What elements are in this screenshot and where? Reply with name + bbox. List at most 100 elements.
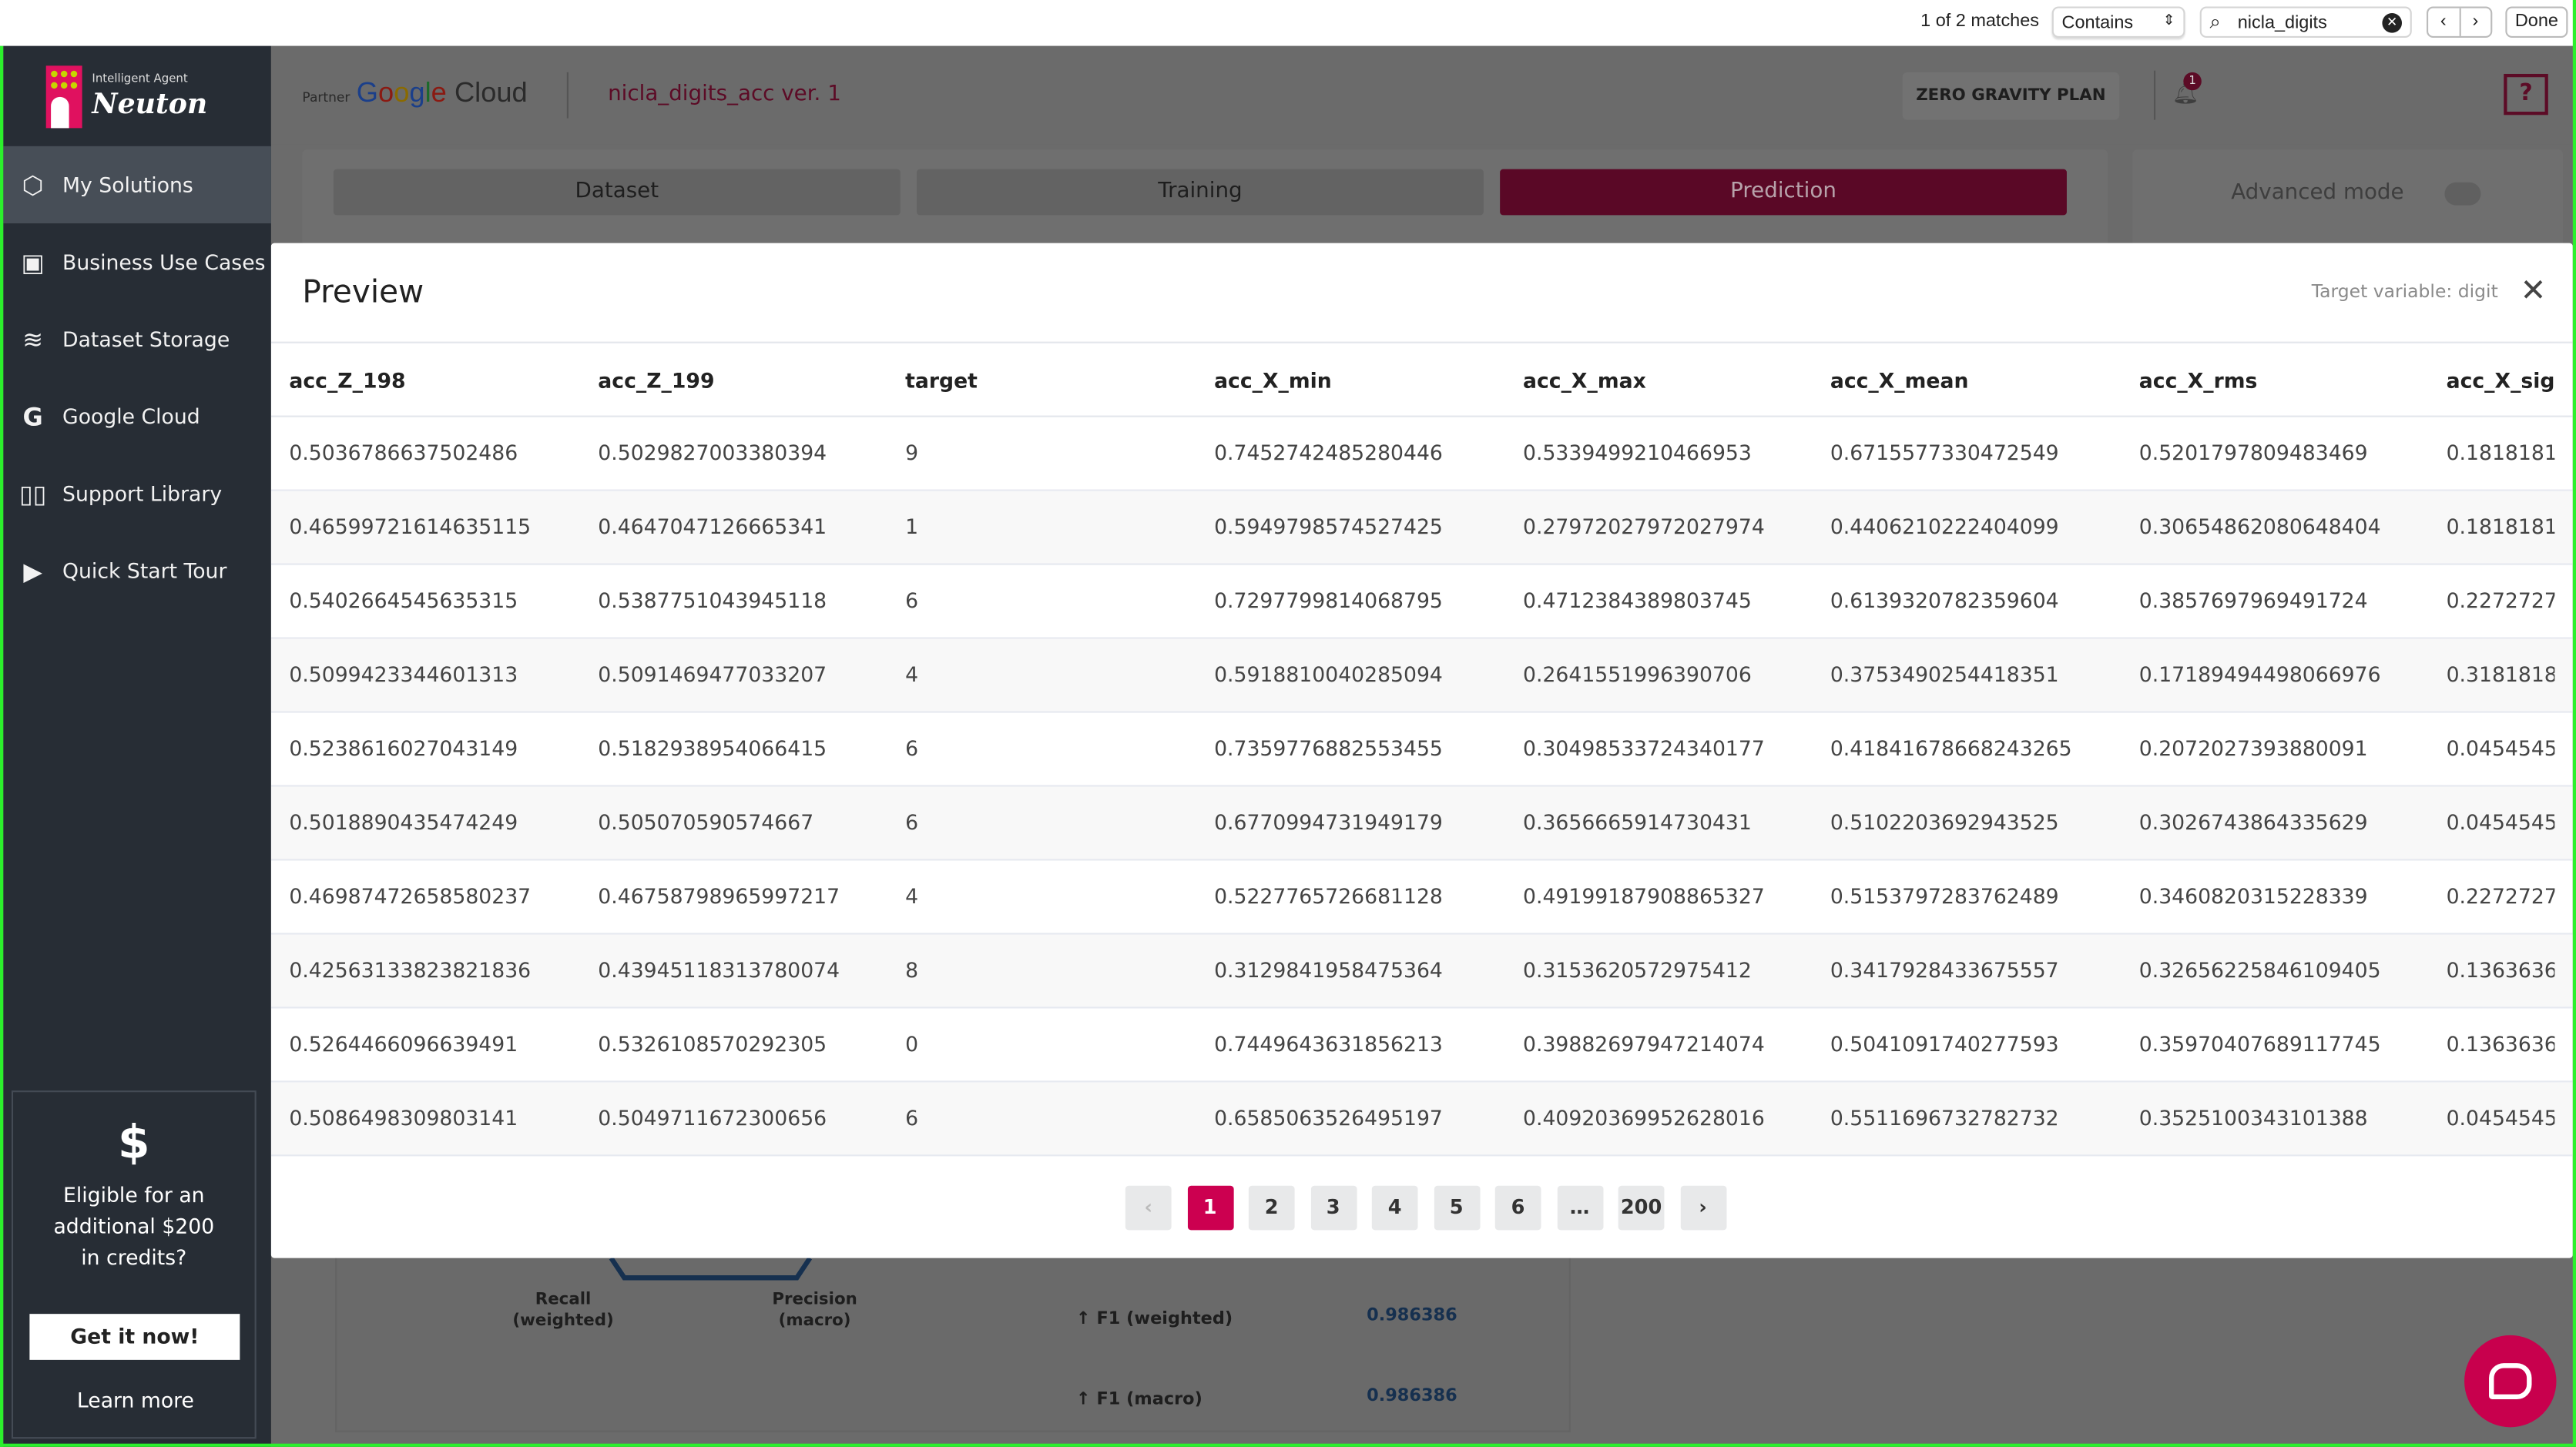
table-cell: 0.17189494498066976 [2138, 662, 2381, 687]
briefcase-icon: ▣ [21, 246, 45, 277]
page-200-button[interactable]: 200 [1618, 1185, 1665, 1231]
column-header[interactable]: acc_X_max [1523, 343, 1827, 417]
table-cell: 0.5402664545635315 [289, 588, 518, 613]
updown-icon: ⇕ [2162, 11, 2175, 28]
sidebar-item-label: Dataset Storage [62, 327, 230, 352]
close-icon[interactable]: ✕ [2521, 273, 2547, 309]
radar-chart [609, 1258, 813, 1281]
page-2-button[interactable]: 2 [1248, 1185, 1295, 1231]
page-next-button[interactable]: › [1679, 1185, 1726, 1231]
google-cloud-logo: Google Cloud [356, 77, 528, 109]
table-cell: 6 [905, 1105, 919, 1130]
book-icon: ▯▯ [19, 478, 47, 509]
table-row: 0.46987472658580237 0.46758798965997217 4 0… [270, 861, 2573, 935]
tab-prediction[interactable]: Prediction [1500, 169, 2067, 216]
table-cell: 0.39882697947214074 [1523, 1031, 1765, 1057]
sidebar-item-support-library[interactable]: ▯▯ Support Library [3, 455, 271, 532]
learn-more-link[interactable]: Learn more [13, 1388, 258, 1412]
page-ellipsis[interactable]: … [1556, 1185, 1603, 1231]
modal-title: Preview [302, 274, 424, 311]
table-cell: 0.3857697969491724 [2138, 588, 2368, 613]
dollar-icon: $ [118, 1115, 150, 1170]
table-cell: 0.136363636 [2446, 1031, 2555, 1057]
table-row: 0.5086498309803141 0.5049711672300656 6 0.6… [270, 1082, 2573, 1157]
table-cell: 0.5086498309803141 [289, 1105, 518, 1130]
table-cell: 8 [905, 957, 919, 983]
sidebar-item-google-cloud[interactable]: G Google Cloud [3, 378, 271, 455]
table-row: 0.5099423344601313 0.5091469477033207 4 0.5… [270, 638, 2573, 713]
table-cell: 0.5153797283762489 [1830, 883, 2059, 909]
table-row: 0.42563133823821836 0.43945118313780074 8 0… [270, 934, 2573, 1009]
page-3-button[interactable]: 3 [1310, 1185, 1357, 1231]
find-prev-button[interactable]: ‹ [2428, 8, 2460, 36]
column-header[interactable]: acc_X_sign [2447, 343, 2555, 417]
advanced-mode-toggle[interactable] [2444, 182, 2481, 206]
table-cell: 0.41841678668243265 [1830, 735, 2072, 761]
table-row: 0.5036786637502486 0.5029827003380394 9 0.7… [270, 417, 2573, 491]
table-cell: 0.2641551996390706 [1523, 662, 1752, 687]
get-it-now-button[interactable]: Get it now! [29, 1314, 240, 1360]
divider [2153, 70, 2156, 120]
table-cell: 0.30498533724340177 [1523, 735, 1765, 761]
search-icon: ⌕ [2209, 9, 2221, 33]
sidebar: Intelligent Agent Neuton ⬡ My Solutions ▣… [3, 45, 271, 1447]
table-cell: 0.5049711672300656 [598, 1105, 827, 1130]
match-mode-select[interactable]: Contains ⇕ [2051, 6, 2185, 39]
table-cell: 0.5238616027043149 [289, 735, 518, 761]
sidebar-item-my-solutions[interactable]: ⬡ My Solutions [3, 146, 271, 224]
page-prev-button[interactable]: ‹ [1125, 1185, 1172, 1231]
find-done-button[interactable]: Done [2505, 6, 2568, 39]
table-cell: 0.2072027393880091 [2138, 735, 2368, 761]
sidebar-item-dataset-storage[interactable]: ≋ Dataset Storage [3, 300, 271, 377]
page-1-button[interactable]: 1 [1186, 1185, 1233, 1231]
table-cell: 0.5018890435474249 [289, 809, 518, 835]
column-header[interactable]: acc_X_rms [2139, 343, 2444, 417]
page-5-button[interactable]: 5 [1433, 1185, 1480, 1231]
sidebar-item-label: My Solutions [62, 172, 193, 197]
table-cell: 0.227272727 [2446, 883, 2555, 909]
help-button[interactable]: ? [2504, 73, 2548, 116]
table-cell: 0.5387751043945118 [598, 588, 827, 613]
table-cell: 9 [905, 440, 919, 465]
page-4-button[interactable]: 4 [1371, 1185, 1418, 1231]
table-header: acc_Z_198 acc_Z_199 target acc_X_min acc_X_m… [270, 341, 2573, 417]
table-cell: 0.7359776882553455 [1214, 735, 1443, 761]
tab-dataset[interactable]: Dataset [333, 169, 901, 216]
table-cell: 0.46987472658580237 [289, 883, 532, 909]
table-cell: 0.46758798965997217 [598, 883, 840, 909]
column-header[interactable]: acc_X_mean [1830, 343, 2135, 417]
table-cell: 0.5041091740277593 [1830, 1031, 2059, 1057]
column-header[interactable]: acc_Z_198 [289, 343, 593, 417]
table-cell: 0.30654862080648404 [2138, 514, 2381, 539]
logo-tagline: Intelligent Agent [92, 72, 188, 85]
advanced-mode-label: Advanced mode [2231, 180, 2404, 206]
plan-button[interactable]: ZERO GRAVITY PLAN [1902, 72, 2120, 120]
table-cell: 0.40920369952628016 [1523, 1105, 1765, 1130]
metric-row: ↑ F1 (weighted) 0.986386 [1075, 1305, 1457, 1329]
table-cell: 0.5264466096639491 [289, 1031, 518, 1057]
table-cell: 0.3525100343101388 [2138, 1105, 2368, 1130]
find-input[interactable]: ⌕ nicla_digits ✕ [2199, 6, 2412, 39]
sidebar-item-business-use-cases[interactable]: ▣ Business Use Cases [3, 223, 271, 300]
find-next-button[interactable]: › [2460, 8, 2490, 36]
table-cell: 0.4406210222404099 [1830, 514, 2059, 539]
column-header[interactable]: acc_Z_199 [598, 343, 902, 417]
sidebar-item-quick-start-tour[interactable]: ▶ Quick Start Tour [3, 532, 271, 609]
table-cell: 0.505070590574667 [598, 809, 814, 835]
column-header[interactable]: target [905, 343, 1209, 417]
tab-training[interactable]: Training [917, 169, 1484, 216]
table-cell: 0.49199187908865327 [1523, 883, 1765, 909]
radar-label-recall: Recall (weighted) [512, 1291, 614, 1331]
notification-badge: 1 [2183, 72, 2202, 91]
table-cell: 0.045454545 [2446, 735, 2555, 761]
page-6-button[interactable]: 6 [1494, 1185, 1541, 1231]
neuton-logo[interactable]: Intelligent Agent Neuton [45, 65, 210, 131]
partner-label: Partner [302, 90, 351, 106]
table-cell: 0.7449643631856213 [1214, 1031, 1443, 1057]
chat-button[interactable] [2464, 1335, 2557, 1428]
metrics-panel: Recall (weighted) Precision (macro) ↑ F1 (… [271, 1258, 2573, 1444]
clear-icon[interactable]: ✕ [2382, 13, 2403, 33]
column-header[interactable]: acc_X_min [1214, 343, 1518, 417]
bell-icon[interactable]: 🔔︎ 1 [2172, 72, 2202, 107]
metric-row: ↑ F1 (macro) 0.986386 [1075, 1385, 1457, 1409]
